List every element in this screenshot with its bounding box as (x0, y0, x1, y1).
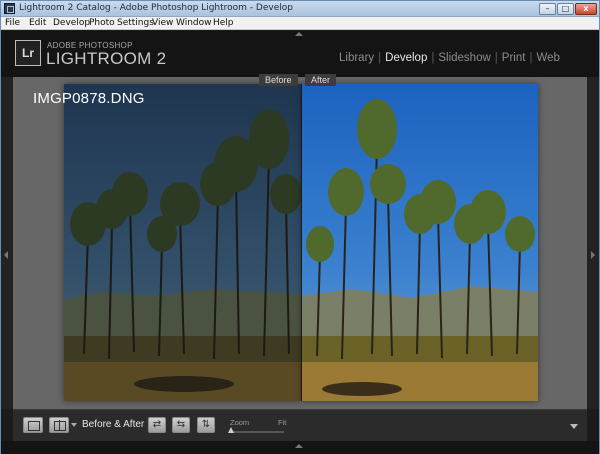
copy-after-to-before-button[interactable]: ⇆ (172, 417, 190, 433)
zoom-label: Zoom (230, 418, 250, 427)
lightroom-header: Lr ADOBE PHOTOSHOP LIGHTROOM 2 Library | D… (1, 31, 599, 77)
after-label: After (305, 74, 337, 86)
module-separator: | (378, 52, 382, 64)
module-library[interactable]: Library (339, 52, 374, 64)
minimize-button[interactable]: – (539, 3, 556, 15)
before-photo-image (64, 84, 301, 401)
before-photo[interactable] (64, 84, 301, 401)
filmstrip-toggle-icon[interactable] (295, 444, 303, 448)
after-photo-image (302, 84, 538, 401)
menu-develop[interactable]: Develop (53, 18, 90, 28)
image-viewer[interactable]: Before After IMGP0878.DNG (13, 74, 587, 409)
copy-right-icon: ⇄ (152, 419, 162, 430)
before-after-divider (301, 84, 302, 401)
lightroom-window: Lightroom 2 Catalog - Adobe Photoshop Li… (0, 0, 600, 454)
filmstrip-strip[interactable] (1, 441, 599, 454)
maximize-button[interactable]: □ (557, 3, 574, 15)
image-filename: IMGP0878.DNG (33, 90, 145, 107)
module-picker: Library | Develop | Slideshow | Print | Web (339, 52, 560, 64)
menu-window[interactable]: Window (176, 18, 212, 28)
brand-line2: LIGHTROOM 2 (46, 49, 167, 68)
zoom-slider-track[interactable] (230, 431, 284, 433)
module-web[interactable]: Web (536, 52, 559, 64)
module-slideshow[interactable]: Slideshow (438, 52, 490, 64)
zoom-slider-thumb[interactable] (228, 427, 234, 433)
module-separator: | (431, 52, 435, 64)
menu-settings[interactable]: Settings (117, 18, 154, 28)
after-photo[interactable] (302, 84, 538, 401)
right-panel-toggle-icon[interactable] (591, 251, 595, 259)
menu-file[interactable]: File (5, 18, 20, 28)
fit-label: Fit (278, 418, 287, 427)
copy-left-icon: ⇆ (176, 419, 186, 430)
left-panel-toggle-icon[interactable] (4, 251, 8, 259)
module-develop[interactable]: Develop (385, 52, 427, 64)
menu-photo[interactable]: Photo (89, 18, 115, 28)
menu-view[interactable]: View (152, 18, 173, 28)
loupe-view-button[interactable] (23, 417, 43, 433)
module-separator: | (529, 52, 533, 64)
swap-icon: ⇅ (201, 419, 211, 430)
menu-edit[interactable]: Edit (29, 18, 46, 28)
module-separator: | (494, 52, 498, 64)
close-button[interactable]: x (575, 3, 597, 15)
right-panel-strip[interactable] (587, 77, 599, 409)
toolbar-options-dropdown-icon[interactable] (570, 424, 578, 429)
develop-toolbar: Before & After : ⇄ ⇆ ⇅ Zoom Fit (13, 409, 587, 441)
view-mode-dropdown-icon[interactable] (71, 423, 77, 427)
title-bar[interactable]: Lightroom 2 Catalog - Adobe Photoshop Li… (1, 1, 599, 17)
menu-help[interactable]: Help (213, 18, 234, 28)
app-icon (4, 3, 15, 14)
menu-bar: File Edit Develop Photo Settings View Wi… (1, 17, 599, 30)
window-title: Lightroom 2 Catalog - Adobe Photoshop Li… (19, 3, 293, 13)
copy-before-to-after-button[interactable]: ⇄ (148, 417, 166, 433)
module-print[interactable]: Print (502, 52, 526, 64)
top-panel-toggle-icon[interactable] (295, 32, 303, 36)
swap-before-after-button[interactable]: ⇅ (197, 417, 215, 433)
before-after-label: Before & After : (82, 419, 150, 430)
before-label: Before (259, 74, 298, 86)
before-after-view-button[interactable] (49, 417, 69, 433)
lightroom-logo: Lr (15, 40, 41, 66)
left-panel-strip[interactable] (1, 77, 13, 409)
